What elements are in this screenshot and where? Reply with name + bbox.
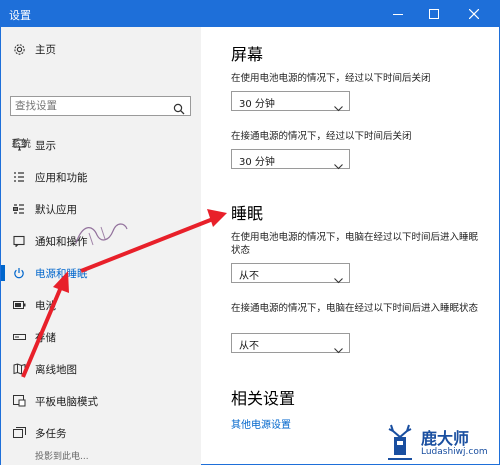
- screen-plugged-dropdown[interactable]: 30 分钟: [231, 149, 350, 170]
- close-icon: [469, 9, 479, 19]
- sidebar-item-label: 存储: [35, 331, 56, 344]
- search-input[interactable]: [15, 99, 165, 113]
- power-icon: [12, 266, 26, 280]
- notification-icon: [12, 234, 26, 248]
- sidebar-item-label: 电源和睡眠: [35, 267, 88, 280]
- watermark: 鹿大师 Ludashiwj.com: [381, 421, 497, 465]
- sidebar-item-cutoff[interactable]: 投影到此电...: [35, 449, 89, 462]
- sidebar-item-battery[interactable]: 电池: [1, 290, 201, 320]
- sleep-battery-dropdown[interactable]: 从不: [231, 263, 350, 284]
- gear-icon: [12, 42, 26, 56]
- related-settings-heading: 相关设置: [231, 389, 296, 408]
- dropdown-value: 从不: [239, 271, 259, 282]
- deer-logo-icon: [388, 424, 412, 460]
- sidebar-item-label: 主页: [35, 43, 56, 56]
- default-apps-icon: [12, 202, 26, 216]
- sidebar-item-tablet-mode[interactable]: 平板电脑模式: [1, 386, 201, 416]
- sidebar-item-storage[interactable]: 存储: [1, 322, 201, 352]
- sidebar-item-apps[interactable]: 应用和功能: [1, 162, 201, 192]
- sleep-plugged-dropdown[interactable]: 从不: [231, 333, 350, 354]
- map-icon: [12, 362, 26, 376]
- maximize-button[interactable]: [417, 1, 451, 27]
- dropdown-value: 30 分钟: [239, 99, 275, 110]
- tablet-icon: [12, 394, 26, 408]
- sidebar-item-home[interactable]: 主页: [1, 34, 201, 64]
- watermark-name: 鹿大师: [421, 429, 470, 448]
- sidebar-item-power-sleep[interactable]: 电源和睡眠: [1, 258, 201, 288]
- screen-battery-desc: 在使用电池电源的情况下，经过以下时间后关闭: [231, 73, 431, 84]
- decorative-sketch: [75, 223, 128, 246]
- screen-battery-dropdown[interactable]: 30 分钟: [231, 91, 350, 112]
- chevron-down-icon: [334, 269, 343, 288]
- sidebar-item-display[interactable]: 显示: [1, 130, 201, 160]
- settings-window: 设置 主页 系统 显示 应用和功能: [0, 0, 500, 465]
- sleep-heading: 睡眠: [231, 204, 264, 223]
- multitask-icon: [12, 426, 26, 440]
- search-icon: [173, 100, 185, 119]
- sidebar-item-label: 平板电脑模式: [35, 395, 98, 408]
- sidebar-item-label: 多任务: [35, 427, 67, 440]
- sidebar-item-label: 离线地图: [35, 363, 77, 376]
- search-box[interactable]: [10, 96, 191, 116]
- sleep-plugged-desc: 在接通电源的情况下，电脑在经过以下时间后进入睡眠状态: [231, 303, 479, 314]
- sidebar-item-offline-maps[interactable]: 离线地图: [1, 354, 201, 384]
- chevron-down-icon: [334, 339, 343, 358]
- screen-heading: 屏幕: [231, 45, 264, 64]
- dropdown-value: 30 分钟: [239, 157, 275, 168]
- sidebar-item-label: 应用和功能: [35, 171, 88, 184]
- additional-power-settings-link[interactable]: 其他电源设置: [231, 416, 291, 431]
- apps-list-icon: [12, 170, 26, 184]
- sidebar-item-label: 电池: [35, 299, 56, 312]
- close-button[interactable]: [457, 1, 491, 27]
- storage-icon: [12, 330, 26, 344]
- minimize-button[interactable]: [381, 1, 415, 27]
- watermark-url: Ludashiwj.com: [421, 447, 488, 457]
- battery-icon: [12, 298, 26, 312]
- sidebar-item-multitasking[interactable]: 多任务: [1, 418, 201, 448]
- chevron-down-icon: [334, 155, 343, 174]
- sleep-battery-desc: 在使用电池电源的情况下，电脑在经过以下时间后进入睡眠状态: [231, 232, 479, 256]
- main-panel: 屏幕 在使用电池电源的情况下，经过以下时间后关闭 30 分钟 在接通电源的情况下…: [201, 27, 499, 465]
- chevron-down-icon: [334, 97, 343, 116]
- title-bar[interactable]: 设置: [1, 1, 499, 27]
- window-title: 设置: [9, 9, 31, 22]
- dropdown-value: 从不: [239, 341, 259, 352]
- monitor-icon: [12, 138, 26, 152]
- screen-plugged-desc: 在接通电源的情况下，经过以下时间后关闭: [231, 131, 412, 142]
- sidebar-item-label: 显示: [35, 139, 56, 152]
